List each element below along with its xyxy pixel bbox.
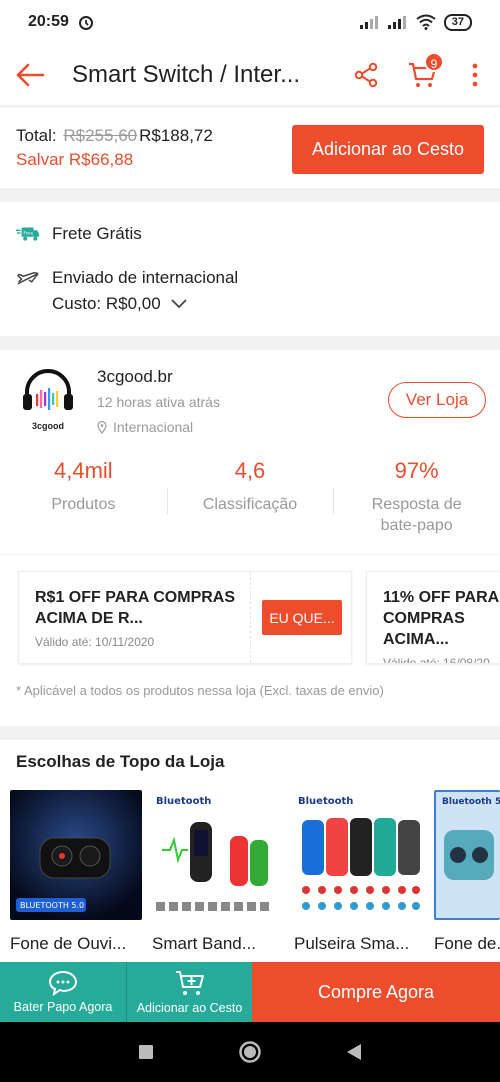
product-name: Fone de Ouvi...: [10, 934, 127, 953]
stat-label: Resposta de bate-papo: [371, 496, 462, 534]
product-name: Pulseira Sma...: [294, 934, 410, 953]
airplane-icon: [17, 271, 39, 285]
product-card[interactable]: Bluetooth Pulseira Sma...: [294, 790, 426, 954]
add-to-cart-label: Adicionar ao Cesto: [136, 1001, 243, 1015]
chat-icon: [48, 970, 78, 996]
add-to-basket-button[interactable]: Adicionar ao Cesto: [292, 125, 484, 174]
cart-button[interactable]: 9: [394, 44, 450, 106]
share-button[interactable]: [338, 44, 394, 106]
stat-label: Produtos: [51, 496, 116, 513]
smart-bracelet-image: Bluetooth: [294, 790, 426, 920]
shipping-section: Free Frete Grátis Enviado de internacion…: [0, 202, 500, 336]
product-card[interactable]: Bluetooth Smart Band...: [152, 790, 284, 954]
chat-now-label: Bater Papo Agora: [13, 1000, 113, 1014]
shipping-cost: Custo: R$0,00: [52, 294, 161, 313]
shop-section: 3cgood 3cgood.br 12 horas ativa atrás In…: [0, 350, 500, 554]
stat-rating: 4,6 Classificação: [166, 458, 334, 536]
stat-label: Classificação: [202, 496, 298, 513]
alarm-icon: [78, 16, 93, 30]
current-price: R$188,72: [139, 126, 213, 145]
product-badge-text: Bluetooth: [298, 796, 353, 807]
product-card[interactable]: Bluetooth 5 Fone de...: [434, 790, 500, 954]
voucher-card[interactable]: R$1 OFF PARA COMPRAS ACIMA DE R... Válid…: [18, 571, 352, 664]
view-shop-button[interactable]: Ver Loja: [388, 382, 486, 418]
system-navigation-bar: [0, 1022, 500, 1082]
product-card[interactable]: BLUETOOTH 5.0 Fone de Ouvi...: [10, 790, 142, 954]
app-bar: Smart Switch / Inter... 9: [0, 44, 500, 106]
bottom-action-bar: Bater Papo Agora Adicionar ao Cesto Comp…: [0, 962, 500, 1022]
battery-indicator: 37: [443, 13, 472, 31]
voucher-divider: [250, 572, 251, 663]
shop-location: Internacional: [97, 419, 193, 435]
stat-value: 4,4mil: [53, 458, 113, 483]
wifi-icon: [416, 14, 436, 30]
voucher-note: * Aplicável a todos os produtos nessa lo…: [16, 683, 384, 698]
back-button[interactable]: [0, 44, 60, 106]
product-image: BLUETOOTH 5.0: [10, 790, 142, 920]
shop-active-status: 12 horas ativa atrás: [97, 394, 220, 410]
buy-now-button[interactable]: Compre Agora: [252, 962, 500, 1022]
add-to-cart-icon: [175, 971, 204, 995]
recents-button[interactable]: [138, 1044, 154, 1060]
top-picks-section: Escolhas de Topo da Loja BLUETOOTH 5.0 F…: [0, 740, 500, 962]
earbuds-image: BLUETOOTH 5.0: [10, 790, 142, 920]
total-label: Total:: [16, 126, 57, 145]
shipping-origin-row[interactable]: Enviado de internacional Custo: R$0,00: [16, 268, 238, 314]
cart-count-badge: 9: [424, 51, 444, 72]
share-icon: [354, 62, 378, 87]
arrow-left-icon: [16, 63, 45, 86]
headphones-logo-icon: [23, 369, 73, 410]
more-options-button[interactable]: [450, 44, 500, 106]
home-button[interactable]: [238, 1040, 262, 1064]
smart-band-image: Bluetooth: [152, 790, 284, 920]
product-name: Fone de...: [434, 934, 500, 953]
add-to-cart-button[interactable]: Adicionar ao Cesto: [126, 962, 252, 1022]
signal-icon: [359, 16, 378, 29]
original-price: R$255,60: [63, 126, 138, 145]
stat-products: 4,4mil Produtos: [0, 458, 167, 536]
location-pin-icon: [97, 420, 107, 434]
earphones-image: Bluetooth 5: [434, 790, 500, 920]
status-bar: 20:59 37: [0, 0, 500, 44]
product-badge-text: Bluetooth: [156, 796, 211, 807]
free-shipping-row: Free Frete Grátis: [16, 224, 142, 244]
sent-from-label: Enviado de: [52, 268, 138, 287]
chevron-down-icon[interactable]: [171, 299, 187, 309]
free-shipping-label: Frete Grátis: [52, 224, 142, 243]
more-vertical-icon: [472, 63, 478, 86]
status-time: 20:59: [28, 13, 69, 30]
shop-stats: 4,4mil Produtos 4,6 Classificação 97% Re…: [0, 458, 500, 536]
sent-from-place: internacional: [141, 268, 239, 287]
top-picks-title: Escolhas de Topo da Loja: [16, 752, 225, 771]
free-shipping-truck-icon: Free: [16, 227, 40, 241]
shop-vouchers: R$1 OFF PARA COMPRAS ACIMA DE R... Válid…: [0, 554, 500, 726]
voucher-title: R$1 OFF PARA COMPRAS ACIMA DE R...: [35, 589, 236, 627]
claim-voucher-button[interactable]: EU QUE...: [262, 600, 342, 635]
voucher-title: 11% OFF PARA COMPRAS ACIMA...: [383, 589, 499, 648]
stat-chat-response: 97% Resposta de bate-papo: [333, 458, 500, 536]
shop-name[interactable]: 3cgood.br: [97, 367, 173, 387]
stat-value: 97%: [394, 458, 439, 483]
back-nav-button[interactable]: [346, 1043, 362, 1061]
signal-icon: [387, 16, 406, 29]
voucher-card[interactable]: 11% OFF PARA COMPRAS ACIMA... Válido até…: [366, 571, 500, 664]
shop-logo-text: 3cgood: [31, 421, 64, 431]
product-badge-text: Bluetooth 5: [442, 797, 500, 807]
product-badge-text: BLUETOOTH 5.0: [20, 901, 84, 910]
shop-location-text: Internacional: [113, 419, 194, 435]
product-image: Bluetooth 5: [434, 790, 500, 920]
page-title: Smart Switch / Inter...: [72, 60, 301, 88]
product-name: Smart Band...: [152, 934, 256, 953]
stat-value: 4,6: [234, 458, 266, 483]
chat-now-button[interactable]: Bater Papo Agora: [0, 962, 126, 1022]
total-bar: Total: R$255,60 R$188,72 Salvar R$66,88 A…: [0, 108, 500, 188]
product-image: Bluetooth: [294, 790, 426, 920]
shop-logo[interactable]: 3cgood: [20, 366, 76, 432]
voucher-validity: Válido até: 16/08/20...: [383, 656, 500, 664]
svg-text:Free: Free: [23, 230, 33, 236]
product-image: Bluetooth: [152, 790, 284, 920]
